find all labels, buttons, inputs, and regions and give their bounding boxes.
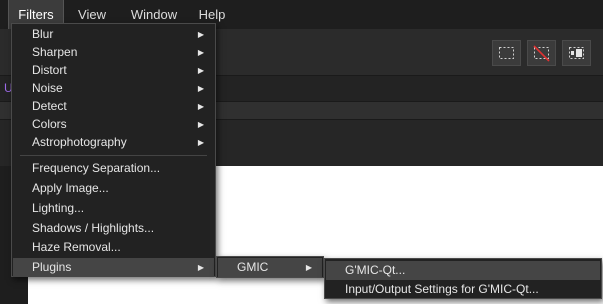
menu-item-frequency-separation[interactable]: Frequency Separation...	[13, 159, 214, 178]
invert-selection-button[interactable]	[562, 40, 591, 66]
menu-item-gmic-qt[interactable]: G'MIC-Qt...	[326, 261, 600, 280]
submenu-arrow-icon: ▶	[197, 102, 204, 111]
menu-item-gmic[interactable]: GMIC ▶	[218, 258, 322, 277]
menu-item-label: G'MIC-Qt...	[345, 263, 406, 277]
deselect-button[interactable]	[527, 40, 556, 66]
submenu-arrow-icon: ▶	[197, 66, 204, 75]
marquee-select-button[interactable]	[492, 40, 521, 66]
submenu-arrow-icon: ▶	[197, 84, 204, 93]
menu-item-label: Input/Output Settings for G'MIC-Qt...	[345, 282, 539, 296]
menu-item-label: Haze Removal...	[32, 240, 121, 254]
submenu-arrow-icon: ▶	[197, 138, 204, 147]
submenu-arrow-icon: ▶	[197, 48, 204, 57]
menu-item-apply-image[interactable]: Apply Image...	[13, 179, 214, 198]
submenu-arrow-icon: ▶	[197, 263, 204, 272]
gmic-submenu: G'MIC-Qt... Input/Output Settings for G'…	[324, 258, 602, 299]
menu-item-haze-removal[interactable]: Haze Removal...	[13, 238, 214, 257]
submenu-arrow-icon: ▶	[197, 120, 204, 129]
menu-item-plugins[interactable]: Plugins ▶	[13, 258, 214, 277]
submenu-arrow-icon: ▶	[305, 263, 312, 272]
menu-item-label: Shadows / Highlights...	[32, 221, 155, 235]
menu-item-colors[interactable]: Colors ▶	[13, 115, 214, 134]
menu-item-blur[interactable]: Blur ▶	[13, 25, 214, 44]
menu-item-label: Lighting...	[32, 201, 85, 215]
menu-item-label: Apply Image...	[32, 181, 109, 195]
menu-item-label: Noise	[32, 81, 63, 95]
menu-item-label: Plugins	[32, 260, 72, 274]
menu-item-detect[interactable]: Detect ▶	[13, 97, 214, 116]
filters-menu: Blur ▶ Sharpen ▶ Distort ▶ Noise ▶ Detec…	[11, 23, 216, 277]
menu-item-label: Sharpen	[32, 45, 78, 59]
menu-item-gmic-io-settings[interactable]: Input/Output Settings for G'MIC-Qt...	[326, 280, 600, 299]
menu-item-sharpen[interactable]: Sharpen ▶	[13, 43, 214, 62]
menu-item-noise[interactable]: Noise ▶	[13, 79, 214, 98]
invert-selection-icon	[569, 47, 584, 59]
menu-item-astrophotography[interactable]: Astrophotography ▶	[13, 133, 214, 152]
plugins-submenu: GMIC ▶	[216, 256, 324, 278]
menu-item-label: Detect	[32, 99, 67, 113]
menu-item-label: GMIC	[237, 260, 269, 274]
menu-item-label: Frequency Separation...	[32, 161, 161, 175]
marquee-select-icon	[499, 47, 514, 59]
menu-item-label: Colors	[32, 117, 67, 131]
menu-separator	[20, 155, 207, 156]
menu-item-label: Astrophotography	[32, 135, 127, 149]
deselect-icon	[533, 45, 550, 62]
menu-item-distort[interactable]: Distort ▶	[13, 61, 214, 80]
menu-item-lighting[interactable]: Lighting...	[13, 199, 214, 218]
submenu-arrow-icon: ▶	[197, 30, 204, 39]
menu-item-label: Blur	[32, 27, 54, 41]
menu-item-shadows-highlights[interactable]: Shadows / Highlights...	[13, 219, 214, 238]
menu-item-label: Distort	[32, 63, 67, 77]
